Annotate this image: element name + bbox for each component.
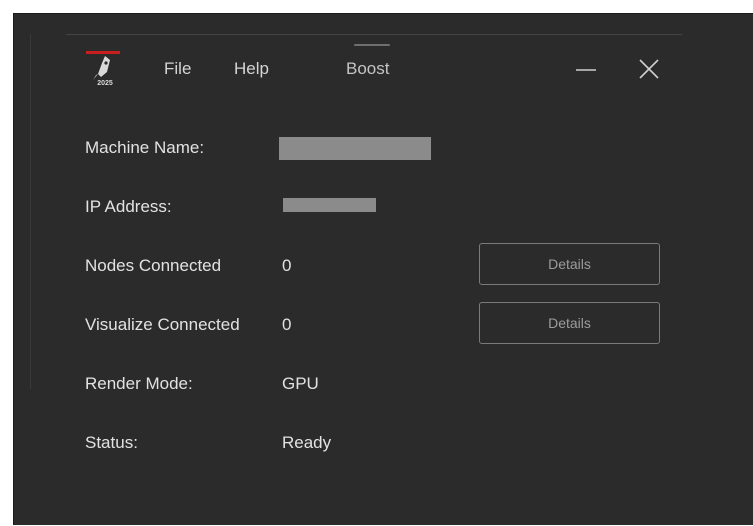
close-icon xyxy=(639,59,659,79)
machine-name-label: Machine Name: xyxy=(85,138,205,157)
frame-edge-divider xyxy=(30,34,31,389)
status-value: Ready xyxy=(282,433,332,452)
app-frame: 2025 File Help Boost Machine Name: IP Ad… xyxy=(13,13,753,525)
close-button[interactable] xyxy=(629,52,669,88)
visualize-connected-label: Visualize Connected xyxy=(85,315,240,334)
nodes-details-button[interactable]: Details xyxy=(479,243,660,285)
menu-file[interactable]: File xyxy=(164,59,191,79)
top-divider xyxy=(66,34,682,35)
ip-address-value-redacted xyxy=(283,198,376,212)
minimize-icon xyxy=(576,69,596,71)
nodes-connected-value: 0 xyxy=(282,256,292,275)
main-window: 2025 File Help Boost Machine Name: IP Ad… xyxy=(66,34,682,526)
status-label: Status: xyxy=(85,433,138,452)
visualize-connected-value: 0 xyxy=(282,315,292,334)
visualize-details-button[interactable]: Details xyxy=(479,302,660,344)
menu-boost[interactable]: Boost xyxy=(346,59,389,79)
rocket-logo-icon: 2025 xyxy=(84,50,124,88)
render-mode-value: GPU xyxy=(282,374,319,393)
render-mode-label: Render Mode: xyxy=(85,374,193,393)
logo-year-text: 2025 xyxy=(97,80,113,87)
minimize-button[interactable] xyxy=(566,52,606,88)
title-bar[interactable]: 2025 File Help Boost xyxy=(66,48,682,92)
nodes-connected-label: Nodes Connected xyxy=(85,256,222,275)
drag-handle[interactable] xyxy=(354,44,390,46)
ip-address-label: IP Address: xyxy=(85,197,172,216)
machine-name-value-redacted xyxy=(279,137,431,160)
menu-help[interactable]: Help xyxy=(234,59,269,79)
